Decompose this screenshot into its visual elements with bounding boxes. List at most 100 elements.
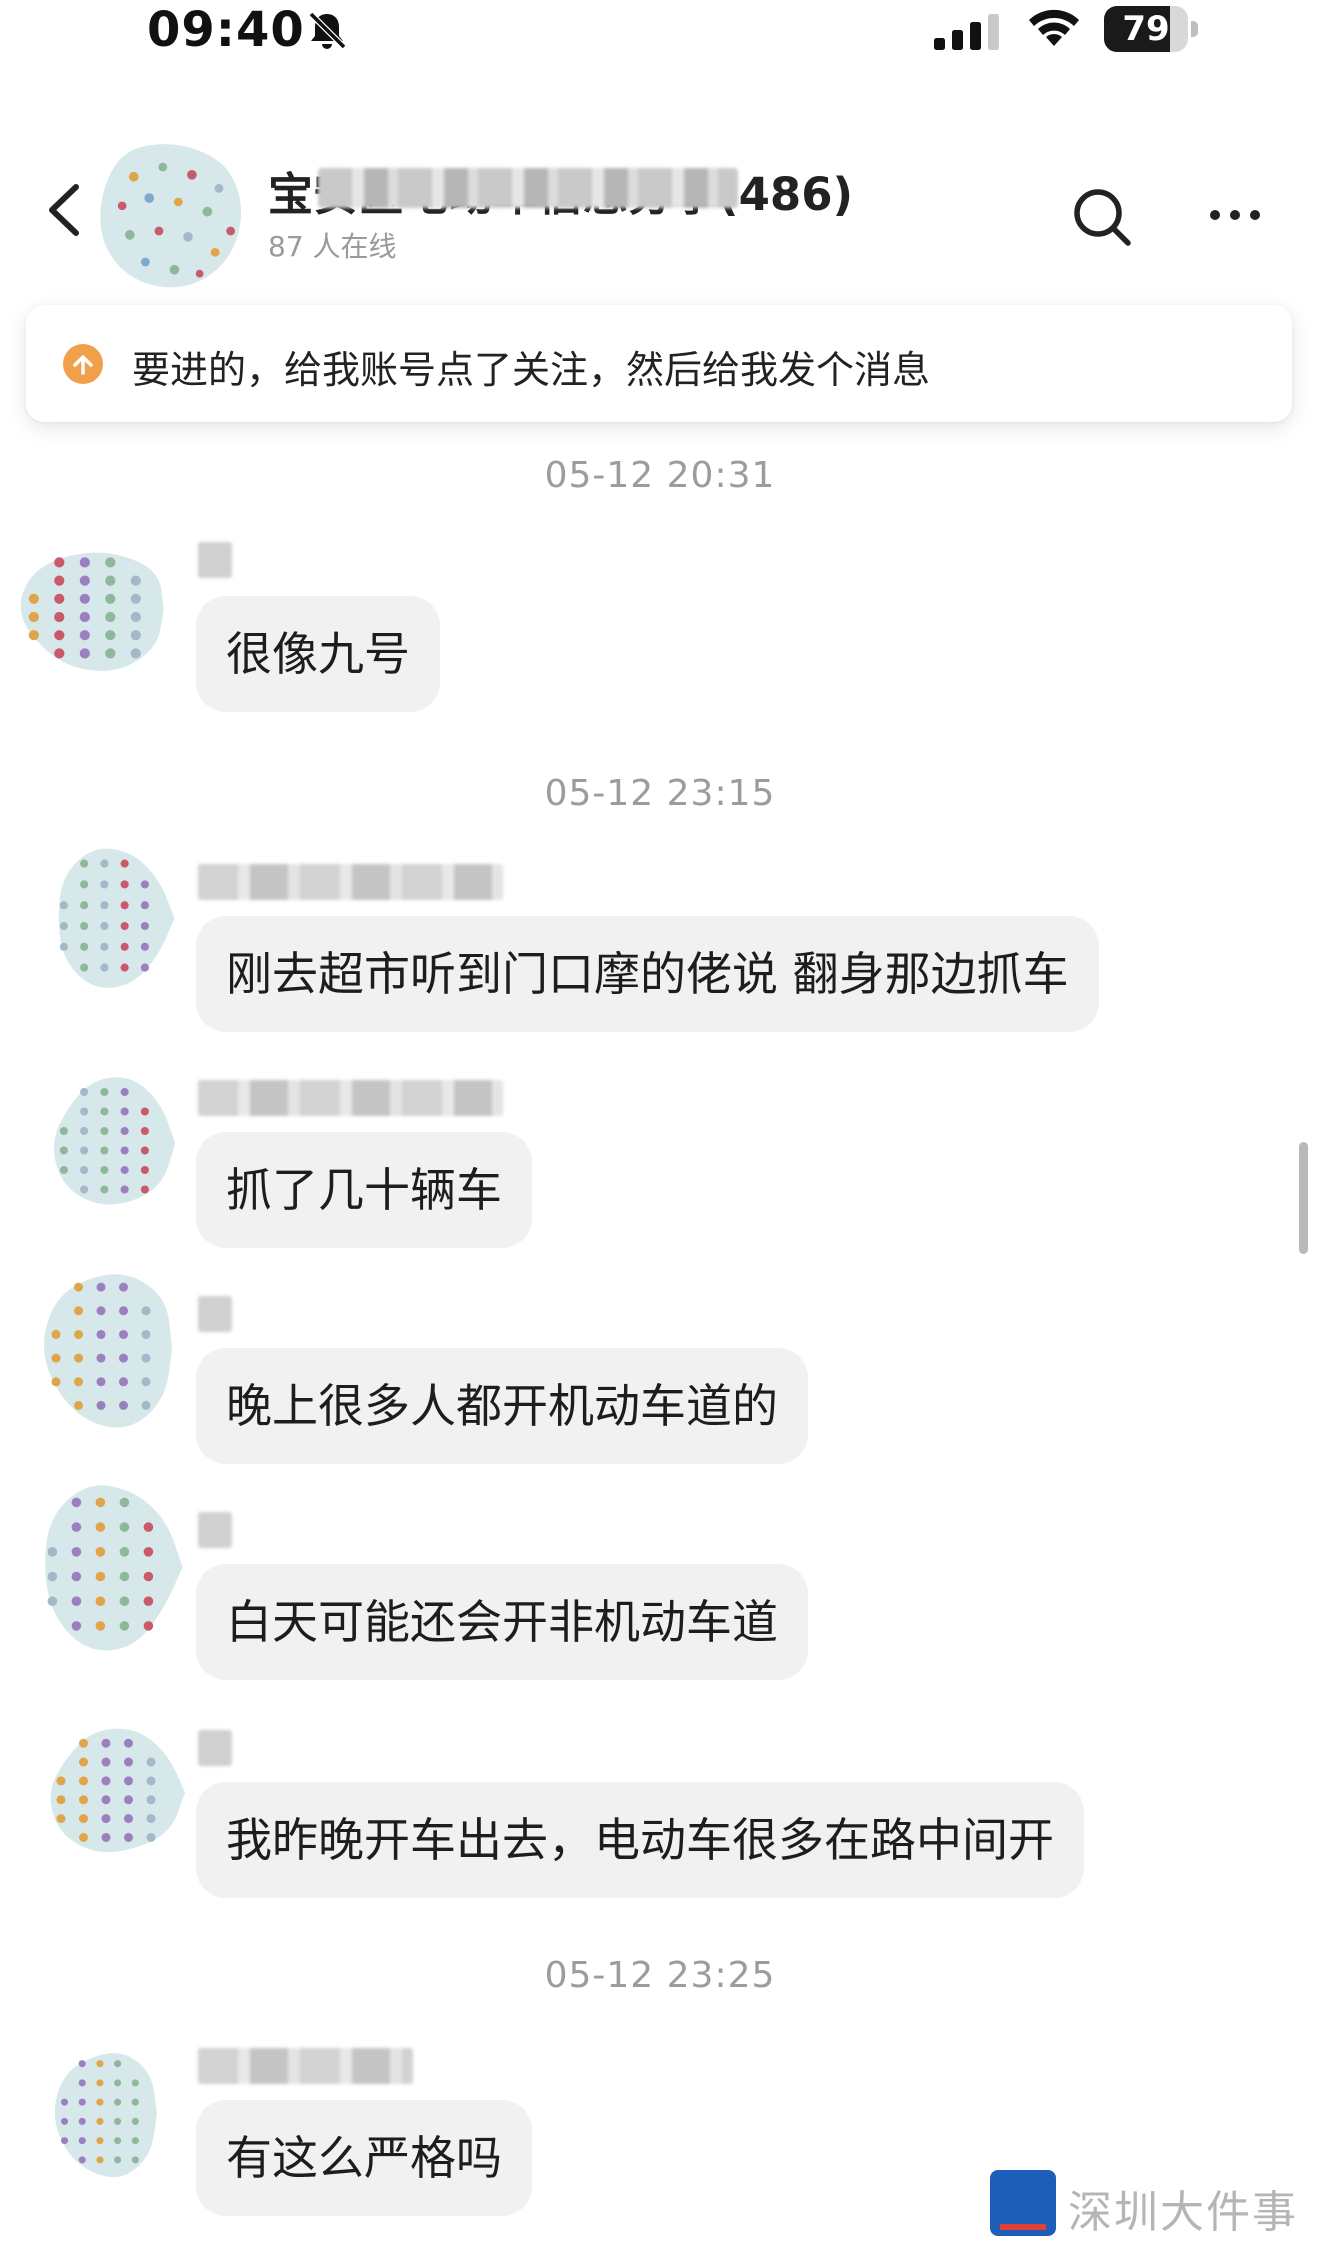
avatar-dot	[96, 1306, 106, 1316]
avatar-dot	[96, 1400, 106, 1410]
avatar-dot	[100, 1107, 109, 1116]
avatar-dot	[131, 2156, 139, 2164]
message-bubble[interactable]: 有这么严格吗	[196, 2100, 532, 2216]
avatar-dot	[47, 1547, 58, 1557]
avatar-dot	[59, 1165, 68, 1175]
scrollbar-thumb[interactable]	[1299, 1142, 1308, 1254]
avatar-dot	[140, 1185, 149, 1194]
avatar-dot	[56, 1814, 66, 1824]
avatar-dot	[60, 2098, 69, 2106]
avatar-dot	[96, 1329, 106, 1339]
avatar-dot	[28, 593, 39, 604]
avatar-dot	[54, 593, 65, 604]
avatar-dot	[120, 1126, 129, 1136]
avatar-dot	[124, 1738, 133, 1748]
avatar-dot	[74, 1353, 83, 1363]
timestamp: 05-12 23:15	[544, 773, 776, 814]
avatar-dot	[114, 2137, 122, 2145]
message-bubble[interactable]: 很像九号	[196, 596, 440, 712]
avatar-dot	[51, 1329, 61, 1339]
message-bubble[interactable]: 晚上很多人都开机动车道的	[196, 1348, 808, 1464]
back-chevron-icon[interactable]	[40, 175, 90, 245]
avatar-dot	[79, 1776, 88, 1786]
avatar-dot	[95, 1571, 106, 1582]
avatar-dot	[105, 630, 116, 641]
avatar-dot	[130, 630, 141, 641]
avatar-dot	[54, 611, 65, 623]
avatar-dot	[131, 2079, 139, 2087]
avatar-dot	[95, 1522, 106, 1532]
avatar-dot	[96, 2079, 104, 2087]
avatar-dot	[96, 2060, 104, 2068]
avatar-dot	[114, 2060, 122, 2068]
avatar-dot	[101, 1776, 111, 1786]
avatar-dot	[114, 2117, 122, 2125]
avatar-dot	[141, 1377, 151, 1387]
avatar-dot	[140, 1107, 149, 1116]
avatar-dot	[78, 2060, 86, 2068]
avatar-dot	[100, 1126, 109, 1136]
sender-avatar[interactable]	[48, 2040, 166, 2188]
avatar-dot	[120, 1185, 129, 1194]
sender-avatar[interactable]	[10, 540, 180, 680]
message-bubble[interactable]: 白天可能还会开非机动车道	[196, 1564, 808, 1680]
avatar-dot	[100, 963, 109, 972]
avatar-dot	[120, 921, 129, 931]
avatar-dot	[140, 901, 149, 910]
more-options-icon[interactable]	[1205, 190, 1265, 240]
avatar-dot	[78, 2117, 86, 2125]
avatar-dot	[119, 1522, 130, 1532]
avatar-dot	[143, 1596, 154, 1606]
avatar-dot	[79, 1832, 88, 1842]
battery-cap	[1191, 21, 1198, 37]
avatar-dot	[131, 2137, 139, 2145]
avatar-dot	[79, 1795, 88, 1805]
sender-name-redacted	[198, 1080, 503, 1116]
avatar-dot	[141, 1400, 151, 1410]
message-bubble[interactable]: 刚去超市听到门口摩的佬说 翻身那边抓车	[196, 916, 1099, 1032]
message-bubble[interactable]: 我昨晚开车出去，电动车很多在路中间开	[196, 1782, 1084, 1898]
avatar-dot	[74, 1282, 83, 1292]
pinned-notice[interactable]: 要进的，给我账号点了关注，然后给我发个消息	[26, 305, 1292, 422]
avatar-dot	[71, 1571, 82, 1582]
search-icon[interactable]	[1070, 185, 1134, 249]
avatar-dot	[105, 593, 116, 604]
sender-avatar[interactable]	[45, 838, 180, 998]
avatar-dot	[54, 630, 65, 641]
sender-avatar[interactable]	[30, 1472, 190, 1662]
avatar-blob	[20, 552, 164, 671]
avatar-dot	[96, 2137, 104, 2145]
avatar-dot	[105, 575, 116, 586]
avatar-dot	[96, 1353, 106, 1363]
avatar-dot	[56, 1776, 66, 1786]
group-avatar[interactable]	[95, 138, 250, 293]
avatar-dot	[96, 2098, 104, 2106]
avatar-dot	[143, 1547, 154, 1557]
sender-name-redacted	[198, 1296, 232, 1332]
avatar-dot	[105, 648, 116, 659]
avatar-dot	[131, 2117, 139, 2125]
sender-avatar[interactable]	[40, 1720, 190, 1865]
avatar-dot	[101, 1814, 111, 1824]
avatar-image	[54, 2053, 157, 2178]
avatar-dot	[78, 2137, 86, 2145]
avatar-dot	[74, 1306, 83, 1316]
message-bubble[interactable]: 抓了几十辆车	[196, 1132, 532, 1248]
avatar-dot	[79, 611, 90, 623]
sender-avatar[interactable]	[45, 1068, 180, 1218]
avatar-dot	[141, 1306, 151, 1316]
avatar-dot	[71, 1621, 82, 1631]
title-redaction-overlay	[318, 168, 738, 208]
avatar-dot	[79, 648, 90, 659]
avatar-dot	[120, 942, 129, 951]
sender-avatar[interactable]	[35, 1258, 185, 1440]
status-bar: 09:40 79	[0, 0, 1320, 70]
online-count: 87 人在线	[268, 230, 397, 263]
avatar-dot	[119, 1353, 128, 1363]
avatar-dot	[79, 1814, 88, 1824]
pin-up-arrow-icon	[63, 344, 103, 384]
avatar-dot	[146, 1814, 156, 1824]
avatar-dot	[51, 1377, 61, 1387]
avatar-dot	[80, 1185, 89, 1194]
avatar-dot	[119, 1621, 130, 1631]
